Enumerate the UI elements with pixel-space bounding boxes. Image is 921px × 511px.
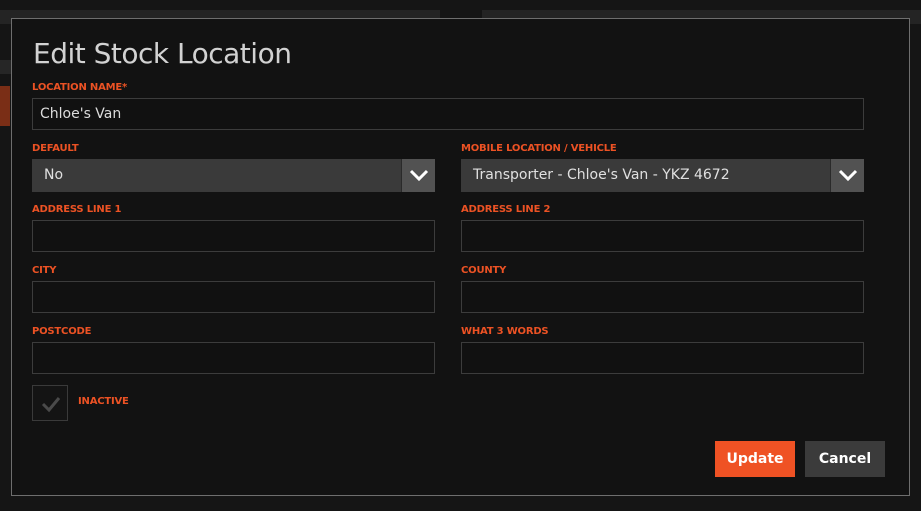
- what3words-input[interactable]: [461, 342, 864, 374]
- postcode-label: POSTCODE: [32, 326, 92, 337]
- inactive-label: INACTIVE: [78, 396, 129, 407]
- default-label: DEFAULT: [32, 143, 79, 154]
- mobile-location-select-value: Transporter - Chloe's Van - YKZ 4672: [473, 167, 730, 183]
- inactive-checkbox[interactable]: [32, 385, 68, 421]
- county-label: COUNTY: [461, 265, 507, 276]
- background-accent: [0, 86, 10, 126]
- city-input[interactable]: [32, 281, 435, 313]
- what3words-label: WHAT 3 WORDS: [461, 326, 549, 337]
- location-name-input[interactable]: [32, 98, 864, 130]
- mobile-location-label: MOBILE LOCATION / VEHICLE: [461, 143, 617, 154]
- address-line-2-input[interactable]: [461, 220, 864, 252]
- cancel-button[interactable]: Cancel: [805, 441, 885, 477]
- modal-title: Edit Stock Location: [33, 37, 292, 70]
- address-line-1-input[interactable]: [32, 220, 435, 252]
- city-label: CITY: [32, 265, 57, 276]
- county-input[interactable]: [461, 281, 864, 313]
- chevron-down-icon[interactable]: [401, 159, 435, 192]
- postcode-input[interactable]: [32, 342, 435, 374]
- default-select-value: No: [44, 167, 64, 183]
- default-select[interactable]: No: [32, 159, 435, 192]
- location-name-label: LOCATION NAME*: [32, 82, 128, 93]
- address-line-2-label: ADDRESS LINE 2: [461, 204, 551, 215]
- address-line-1-label: ADDRESS LINE 1: [32, 204, 122, 215]
- mobile-location-select[interactable]: Transporter - Chloe's Van - YKZ 4672: [461, 159, 864, 192]
- update-button[interactable]: Update: [715, 441, 795, 477]
- checkmark-icon: [41, 397, 61, 413]
- edit-stock-location-modal: Edit Stock Location LOCATION NAME* DEFAU…: [11, 18, 910, 496]
- chevron-down-icon[interactable]: [830, 159, 864, 192]
